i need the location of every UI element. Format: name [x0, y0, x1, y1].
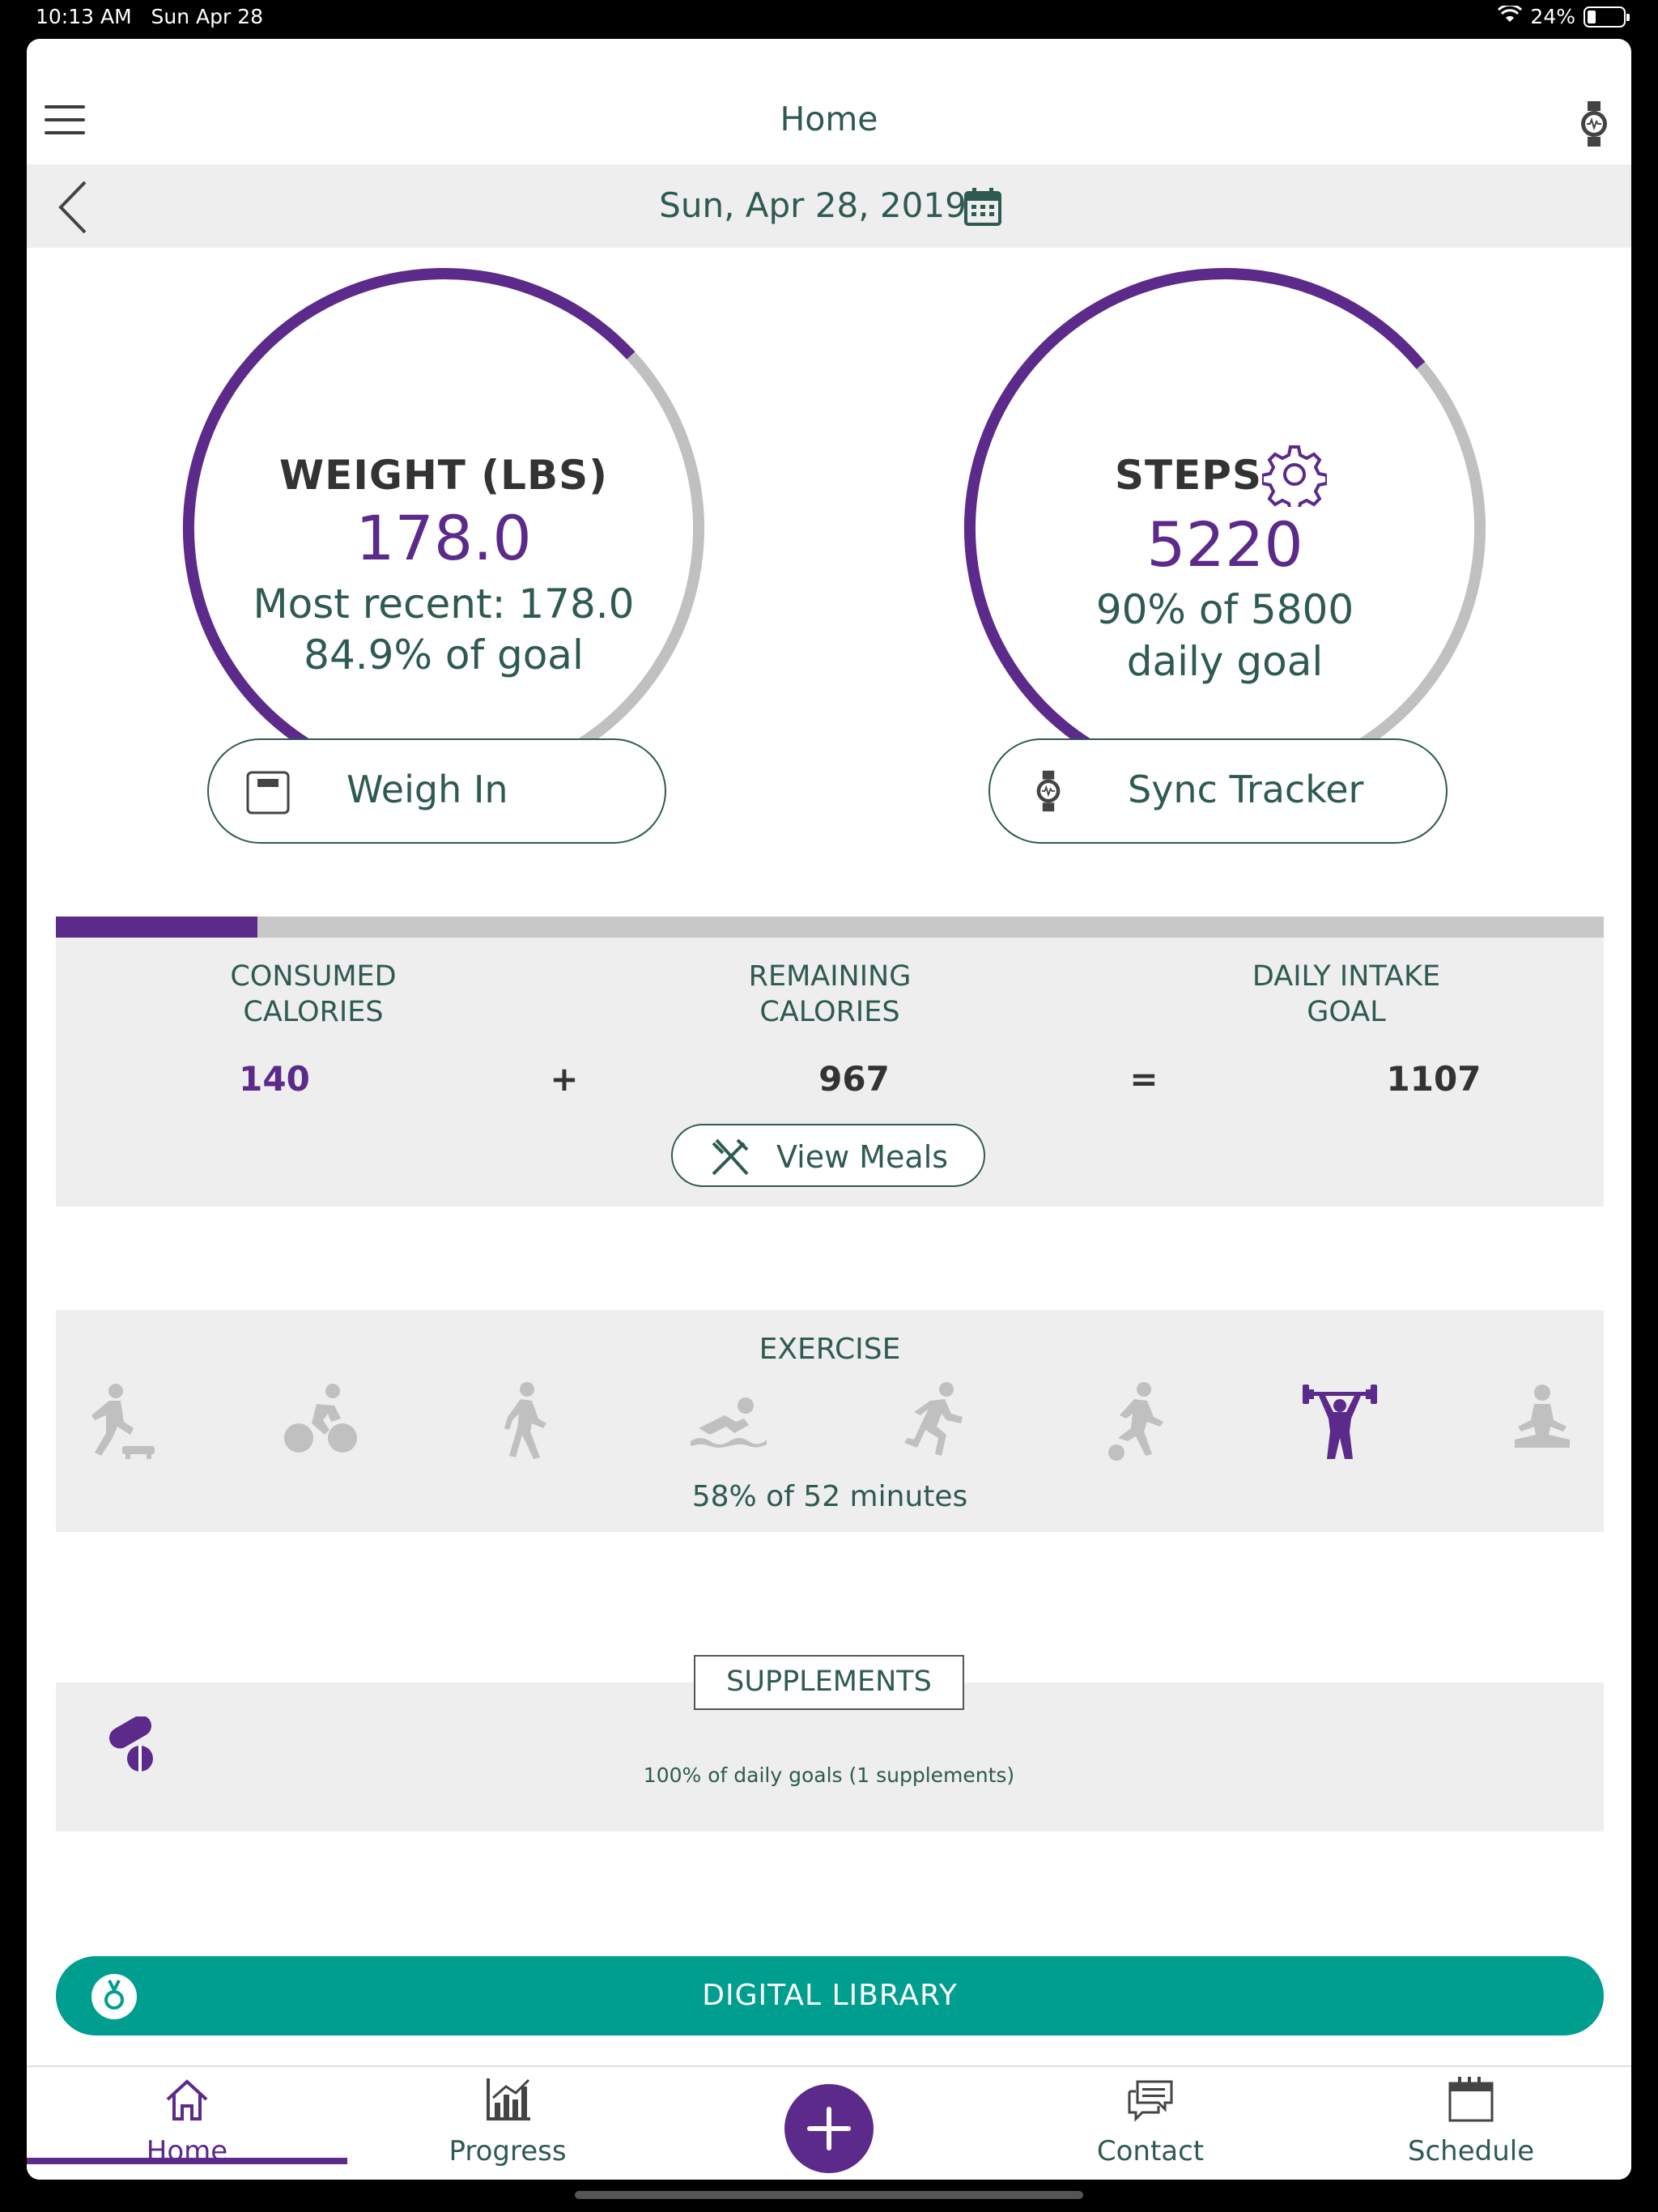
- supplements-title: SUPPLEMENTS: [694, 1655, 964, 1710]
- weigh-in-label: Weigh In: [346, 768, 508, 811]
- weight-recent: Most recent: 178.0: [253, 581, 635, 627]
- chat-icon: [1128, 2080, 1173, 2122]
- watch-icon[interactable]: [1578, 100, 1610, 148]
- steps-value: 5220: [1146, 508, 1303, 581]
- calories-progress-fill: [56, 917, 257, 938]
- weightlifting-icon[interactable]: [1299, 1381, 1380, 1462]
- supplements-summary: 100% of daily goals (1 supplements): [643, 1763, 1015, 1787]
- home-indicator[interactable]: [575, 2191, 1083, 2199]
- daily-intake-goal-header: DAILY INTAKE GOAL: [1184, 959, 1508, 1030]
- bar-chart-icon: [487, 2078, 530, 2121]
- clock: 10:13 AM: [36, 5, 132, 28]
- fork-knife-icon: [708, 1135, 752, 1186]
- weight-goal-percent: 84.9% of goal: [304, 632, 584, 678]
- steps-title: STEPS: [1115, 452, 1262, 499]
- status-indicators: 24%: [1498, 3, 1630, 28]
- digital-library-button[interactable]: DIGITAL LIBRARY: [56, 1956, 1604, 2035]
- battery-percent: 24%: [1530, 5, 1575, 28]
- status-bar: 10:13 AM Sun Apr 28 24%: [0, 0, 1658, 39]
- digital-library-label: DIGITAL LIBRARY: [702, 1979, 958, 2012]
- tab-schedule[interactable]: Schedule: [1311, 2075, 1631, 2172]
- walking-icon[interactable]: [485, 1381, 566, 1462]
- remaining-label-line1: REMAINING: [748, 960, 912, 993]
- consumed-label-line2: CALORIES: [243, 996, 384, 1028]
- tab-progress[interactable]: Progress: [347, 2075, 668, 2172]
- schedule-icon: [1448, 2077, 1494, 2122]
- cycling-icon[interactable]: [281, 1381, 362, 1462]
- daily-intake-goal-value: 1107: [1386, 1059, 1482, 1099]
- active-tab-indicator: [27, 2158, 347, 2164]
- tab-contact[interactable]: Contact: [990, 2075, 1311, 2172]
- steps-gauge: STEPS 5220 90% of 5800 daily goal Sync T…: [958, 266, 1492, 844]
- exercise-panel: EXERCISE 58% of 52 minutes: [56, 1310, 1604, 1532]
- consumed-calories-header: CONSUMED CALORIES: [151, 959, 475, 1030]
- status-time: 10:13 AM Sun Apr 28: [36, 5, 263, 28]
- exercise-summary: 58% of 52 minutes: [691, 1480, 968, 1513]
- view-meals-label: View Meals: [776, 1139, 949, 1175]
- battery-icon: [1584, 6, 1630, 28]
- consumed-label-line1: CONSUMED: [230, 960, 397, 993]
- remaining-calories-header: REMAINING CALORIES: [668, 959, 992, 1030]
- steps-goal-line1: 90% of 5800: [1095, 586, 1354, 633]
- equals-sign: =: [1129, 1059, 1158, 1099]
- home-icon: [166, 2079, 208, 2121]
- calendar-icon[interactable]: [964, 187, 1001, 226]
- weight-gauge: WEIGHT (LBS) 178.0 Most recent: 178.0 84…: [176, 266, 711, 844]
- remaining-calories-value: 967: [818, 1059, 890, 1099]
- yoga-icon[interactable]: [1502, 1381, 1583, 1462]
- calories-progress-bar: [56, 917, 1604, 938]
- date-bar: Sun, Apr 28, 2019: [27, 164, 1631, 248]
- add-button[interactable]: [784, 2084, 874, 2173]
- sync-tracker-label: Sync Tracker: [1128, 768, 1364, 811]
- nav-bar: Home: [27, 39, 1631, 164]
- remaining-label-line2: CALORIES: [759, 996, 900, 1028]
- sync-tracker-button[interactable]: Sync Tracker: [988, 738, 1448, 844]
- exercise-title: EXERCISE: [759, 1333, 901, 1366]
- running-icon[interactable]: [891, 1381, 972, 1462]
- tab-contact-label: Contact: [1096, 2135, 1205, 2167]
- steps-settings-gear-icon[interactable]: [1261, 442, 1329, 513]
- soccer-icon[interactable]: [1095, 1381, 1176, 1462]
- plus-sign: +: [550, 1059, 579, 1099]
- tab-progress-label: Progress: [449, 2135, 567, 2167]
- consumed-calories-value: 140: [239, 1059, 310, 1099]
- app-screen: Home Sun, Apr 28, 2019 WEIGHT (LBS) 178.…: [27, 39, 1631, 2180]
- watch-icon: [1034, 768, 1063, 823]
- view-meals-button[interactable]: View Meals: [671, 1124, 985, 1187]
- steps-goal-line2: daily goal: [1126, 638, 1324, 685]
- weigh-in-button[interactable]: Weigh In: [207, 738, 666, 844]
- selected-date: Sun, Apr 28, 2019: [659, 185, 967, 225]
- scale-icon: [246, 771, 290, 823]
- wifi-icon: [1498, 3, 1523, 28]
- goal-label-line2: GOAL: [1307, 996, 1386, 1028]
- status-date: Sun Apr 28: [151, 5, 264, 28]
- weight-title: WEIGHT (LBS): [279, 452, 608, 499]
- tab-schedule-label: Schedule: [1407, 2135, 1535, 2167]
- weight-value: 178.0: [355, 502, 532, 574]
- page-title: Home: [780, 100, 878, 138]
- goal-label-line1: DAILY INTAKE: [1252, 960, 1441, 993]
- step-aerobics-icon[interactable]: [79, 1381, 159, 1462]
- swimming-icon[interactable]: [687, 1381, 768, 1462]
